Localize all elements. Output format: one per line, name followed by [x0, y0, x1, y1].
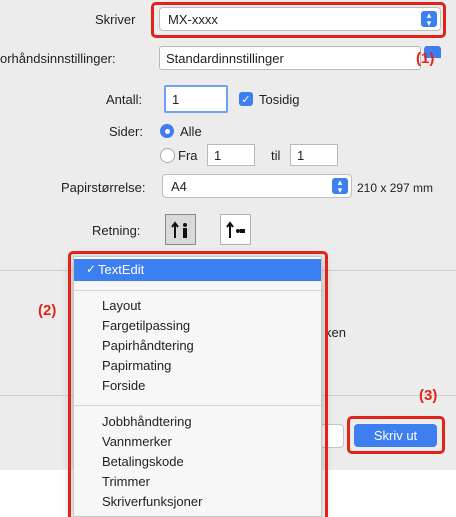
- presets-label: orhåndsinnstillinger:: [0, 51, 116, 66]
- callout-3: (3): [419, 387, 438, 404]
- pages-from-label: Fra: [178, 148, 198, 163]
- highlight-box-printer: [151, 2, 446, 38]
- copies-label: Antall:: [106, 92, 143, 107]
- background-text: ken: [325, 325, 346, 340]
- copies-input[interactable]: 1: [164, 85, 228, 113]
- presets-popup[interactable]: Standardinnstillinger: [159, 46, 421, 70]
- pages-all-label: Alle: [180, 124, 202, 139]
- printer-label: Skriver: [95, 12, 136, 27]
- pages-to-value: 1: [297, 147, 305, 163]
- two-sided-checkbox[interactable]: ✓: [239, 92, 253, 106]
- highlight-box-menu: [68, 251, 328, 517]
- pages-label: Sider:: [109, 124, 143, 139]
- copies-value: 1: [172, 91, 180, 107]
- portrait-orientation-icon[interactable]: [165, 214, 196, 245]
- callout-2: (2): [38, 302, 57, 319]
- callout-1: (1): [416, 50, 435, 67]
- checkmark-icon: ✓: [241, 93, 251, 106]
- orientation-label: Retning:: [92, 223, 141, 238]
- pages-range-radio[interactable]: [160, 148, 175, 163]
- paper-dimensions: 210 x 297 mm: [357, 181, 434, 195]
- presets-value: Standardinnstillinger: [166, 50, 284, 66]
- pages-to-input[interactable]: 1: [290, 144, 338, 166]
- paper-size-popup[interactable]: A4 ▴ ▾: [162, 174, 352, 198]
- chevron-up-down-icon: ▴ ▾: [332, 178, 348, 195]
- two-sided-label: Tosidig: [259, 92, 300, 107]
- pages-all-radio[interactable]: [160, 124, 174, 138]
- pages-from-input[interactable]: 1: [207, 144, 255, 166]
- pages-from-value: 1: [214, 147, 222, 163]
- landscape-orientation-icon[interactable]: [220, 214, 251, 245]
- paper-size-value: A4: [171, 178, 187, 194]
- highlight-box-print: [347, 416, 445, 454]
- pages-to-label: til: [271, 148, 281, 163]
- paper-size-label: Papirstørrelse:: [61, 180, 146, 195]
